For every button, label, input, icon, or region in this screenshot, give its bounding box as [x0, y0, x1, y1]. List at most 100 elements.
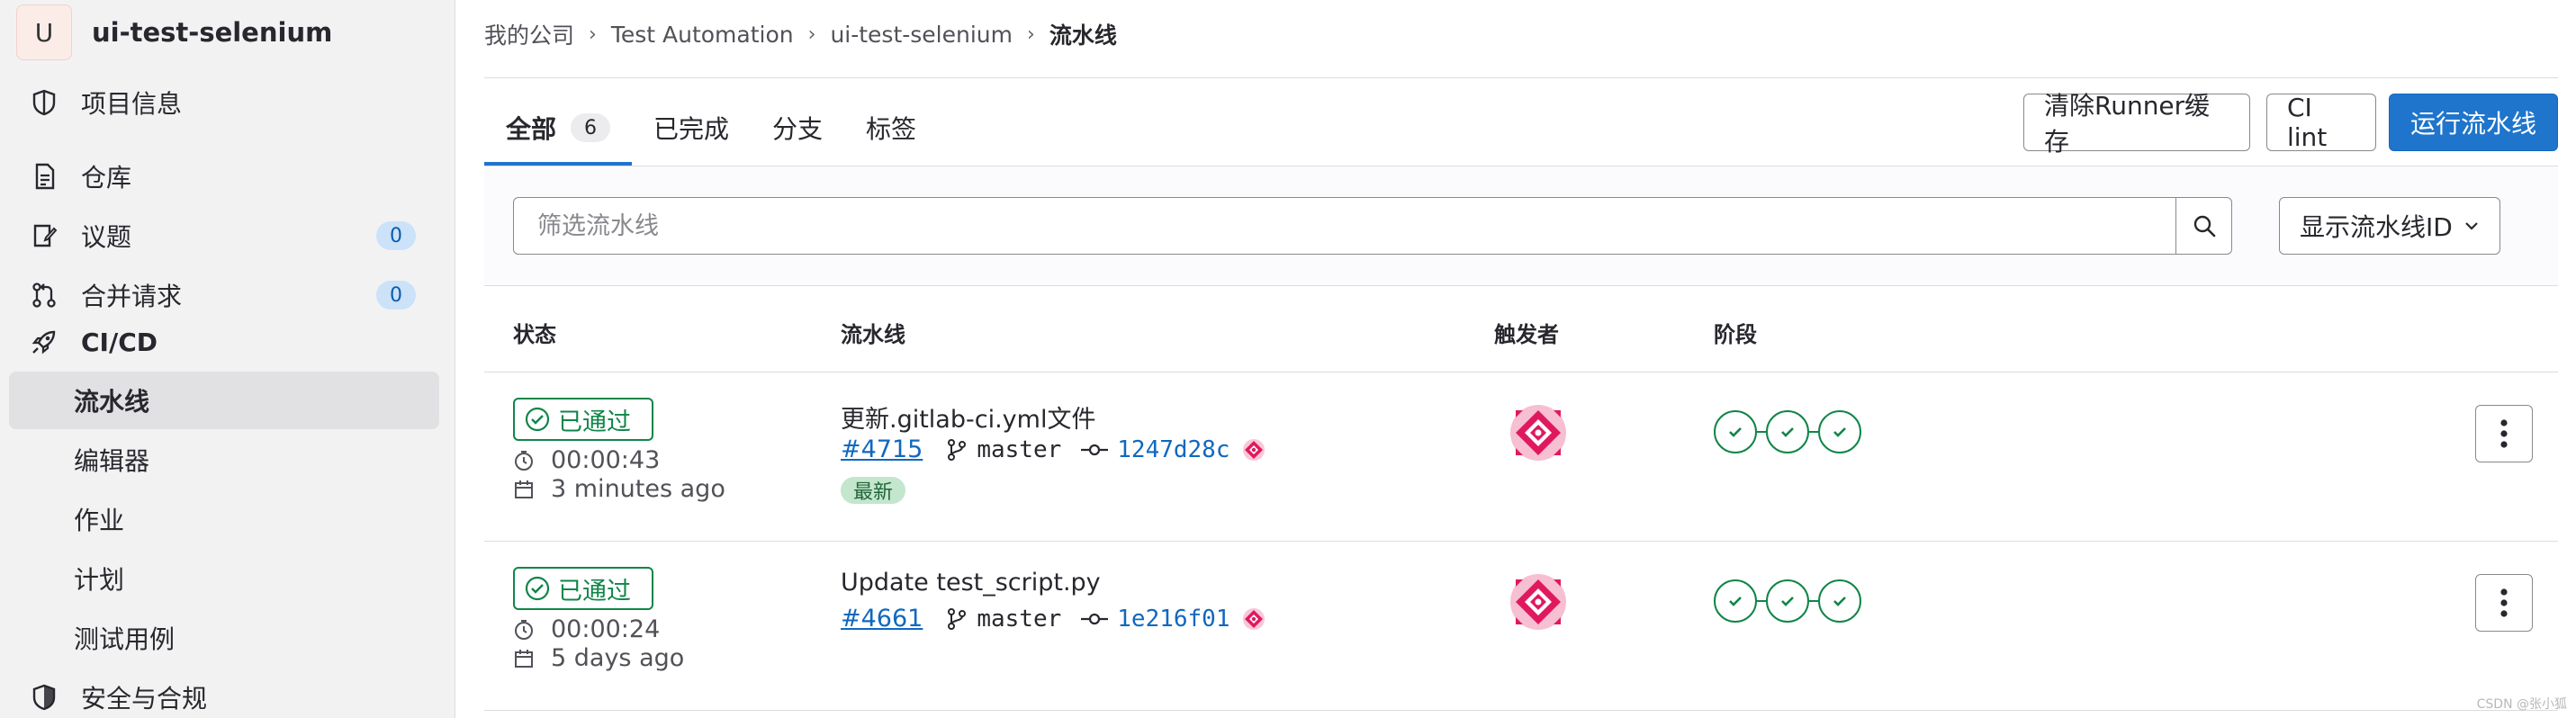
pipeline-filter — [513, 197, 2232, 255]
kebab-menu-icon — [2500, 588, 2508, 617]
finished-value: 5 days ago — [551, 644, 685, 672]
kebab-menu-icon — [2500, 419, 2508, 448]
breadcrumb: 我的公司 › Test Automation › ui-test-seleniu… — [484, 18, 1117, 50]
status-badge[interactable]: 已通过 — [513, 398, 653, 441]
breadcrumb-item-company[interactable]: 我的公司 — [484, 18, 574, 50]
sidebar-item-label: CI/CD — [81, 327, 158, 357]
sidebar-item-editor[interactable]: 编辑器 — [9, 431, 439, 489]
stage-connector — [1809, 600, 1818, 602]
sidebar-item-label: 流水线 — [74, 387, 150, 417]
tab-tags[interactable]: 标签 — [844, 90, 938, 166]
triggerer-avatar[interactable] — [1510, 405, 1566, 461]
clear-runner-cache-button[interactable]: 清除Runner缓存 — [2023, 91, 2250, 157]
sidebar-item-label: 安全与合规 — [81, 684, 208, 714]
pipeline-id-link[interactable]: #4661 — [841, 605, 923, 633]
sidebar: U ui-test-selenium 项目信息 仓库 议题 0 合并请求 0 C… — [0, 0, 455, 718]
breadcrumb-item-project[interactable]: ui-test-selenium — [830, 22, 1013, 48]
triggerer-avatar[interactable] — [1510, 574, 1566, 630]
sidebar-item-security[interactable]: 安全与合规 — [9, 669, 439, 718]
sidebar-item-cicd[interactable]: CI/CD — [9, 313, 439, 371]
pipeline-tabs: 全部 6 已完成 分支 标签 — [484, 90, 938, 166]
tab-all[interactable]: 全部 6 — [484, 90, 633, 166]
sidebar-item-label: 仓库 — [81, 163, 132, 193]
tab-label: 标签 — [866, 114, 917, 144]
branch-icon — [948, 607, 967, 630]
column-header-stages: 阶段 — [1714, 322, 1757, 347]
stage-status-button[interactable] — [1818, 410, 1861, 453]
pipeline-finished-time: 5 days ago — [513, 644, 684, 672]
more-actions-button[interactable] — [2475, 574, 2533, 632]
sidebar-item-jobs[interactable]: 作业 — [9, 490, 439, 548]
check-icon — [1781, 597, 1794, 606]
tab-label: 全部 — [506, 114, 557, 144]
sidebar-item-label: 计划 — [74, 565, 125, 595]
check-icon — [1781, 427, 1794, 437]
sidebar-item-label: 合并请求 — [81, 282, 183, 311]
author-avatar[interactable] — [1241, 606, 1266, 632]
sidebar-item-label: 编辑器 — [74, 446, 150, 476]
stage-status-button[interactable] — [1766, 410, 1809, 453]
commit-title[interactable]: 更新.gitlab-ci.yml文件 — [841, 399, 1095, 435]
project-info-icon — [27, 85, 61, 120]
check-icon — [1729, 427, 1742, 437]
status-label: 已通过 — [558, 577, 631, 606]
branch-name-link[interactable]: master — [977, 436, 1061, 463]
sidebar-item-label: 作业 — [74, 506, 125, 535]
stage-status-button[interactable] — [1766, 579, 1809, 623]
more-actions-button[interactable] — [2475, 405, 2533, 462]
tab-finished[interactable]: 已完成 — [632, 90, 751, 166]
filter-pipelines-input[interactable] — [514, 199, 2175, 253]
sidebar-item-issues[interactable]: 议题 0 — [9, 207, 439, 265]
sidebar-item-repository[interactable]: 仓库 — [9, 148, 439, 205]
stage-status-button[interactable] — [1818, 579, 1861, 623]
pipeline-finished-time: 3 minutes ago — [513, 475, 725, 503]
pipeline-duration: 00:00:43 — [513, 446, 660, 474]
rocket-icon — [27, 325, 61, 359]
table-row: 已通过 00:00:43 3 minutes ago 更新.gitlab-ci.… — [484, 372, 2558, 542]
author-avatar[interactable] — [1241, 437, 1266, 462]
tab-branches[interactable]: 分支 — [751, 90, 844, 166]
pipeline-duration: 00:00:24 — [513, 615, 660, 643]
stage-status-button[interactable] — [1714, 579, 1757, 623]
pipeline-stages — [1714, 579, 1861, 623]
branch-name-link[interactable]: master — [977, 606, 1061, 633]
column-header-triggerer: 触发者 — [1494, 322, 1559, 347]
commit-title[interactable]: Update test_script.py — [841, 569, 1101, 597]
display-pipeline-id-dropdown[interactable]: 显示流水线ID — [2279, 197, 2500, 255]
commit-sha-link[interactable]: 1247d28c — [1117, 436, 1229, 463]
sidebar-item-pipelines[interactable]: 流水线 — [9, 372, 439, 429]
pipeline-ref-line: #4661 master 1e216f01 — [841, 605, 1266, 633]
sidebar-item-project-info[interactable]: 项目信息 — [9, 74, 439, 131]
table-header: 状态 流水线 触发者 阶段 — [484, 286, 2558, 372]
sidebar-item-label: 项目信息 — [81, 89, 183, 119]
merge-request-icon — [27, 278, 61, 312]
pipeline-id-link[interactable]: #4715 — [841, 435, 923, 463]
search-button[interactable] — [2175, 198, 2231, 254]
chevron-right-icon: › — [807, 22, 816, 46]
issues-count-badge: 0 — [376, 221, 416, 250]
sidebar-item-test-cases[interactable]: 测试用例 — [9, 609, 439, 667]
stage-status-button[interactable] — [1714, 410, 1757, 453]
sidebar-item-label: 测试用例 — [74, 624, 176, 654]
project-name[interactable]: ui-test-selenium — [92, 17, 332, 48]
project-header[interactable]: U ui-test-selenium — [16, 4, 332, 60]
status-badge[interactable]: 已通过 — [513, 567, 653, 610]
commit-sha-link[interactable]: 1e216f01 — [1117, 606, 1229, 633]
repository-icon — [27, 159, 61, 193]
divider — [484, 77, 2558, 78]
duration-value: 00:00:43 — [551, 446, 661, 474]
search-icon — [2193, 215, 2215, 238]
breadcrumb-item-current[interactable]: 流水线 — [1049, 18, 1117, 50]
tab-count-badge: 6 — [571, 113, 611, 142]
duration-value: 00:00:24 — [551, 615, 661, 643]
ci-lint-button[interactable]: CI lint — [2266, 93, 2376, 152]
column-header-status: 状态 — [513, 322, 556, 347]
merge-requests-count-badge: 0 — [376, 281, 416, 310]
run-pipeline-button[interactable]: 运行流水线 — [2389, 94, 2558, 151]
check-icon — [1833, 597, 1846, 606]
finished-value: 3 minutes ago — [551, 475, 725, 503]
branch-icon — [948, 438, 967, 461]
breadcrumb-item-group[interactable]: Test Automation — [611, 22, 794, 48]
sidebar-item-schedules[interactable]: 计划 — [9, 550, 439, 607]
project-avatar: U — [16, 4, 72, 60]
